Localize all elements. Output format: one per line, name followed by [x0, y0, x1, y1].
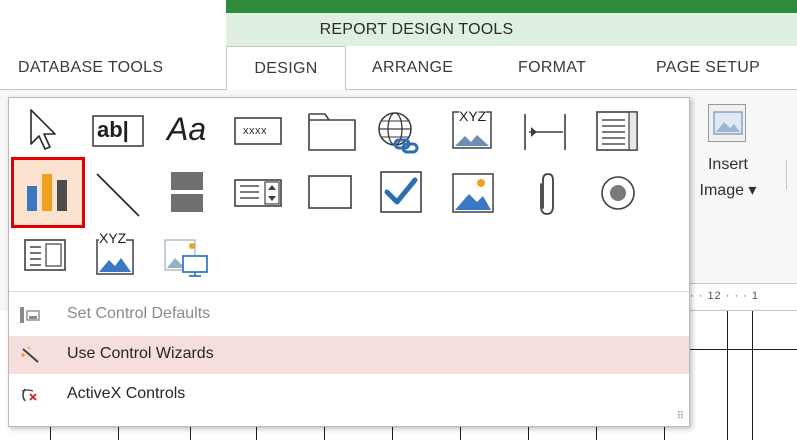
ribbon-tab-row: DATABASE TOOLS DESIGN ARRANGE FORMAT PAG…: [0, 46, 797, 91]
arrow-pointer-icon: [30, 109, 56, 150]
option-group-icon: [596, 111, 638, 151]
combo-box-icon: [234, 179, 282, 207]
rectangle-control[interactable]: [297, 164, 359, 222]
wand-icon: [21, 346, 39, 363]
resize-grip[interactable]: ⠿: [677, 411, 684, 422]
combo-box-control[interactable]: [225, 164, 287, 222]
insert-image-icon: [708, 104, 746, 142]
option-button-control[interactable]: [585, 164, 647, 222]
text-box-control[interactable]: ab|: [85, 102, 147, 160]
attachment-control[interactable]: [513, 164, 575, 222]
check-box-control[interactable]: [369, 164, 431, 222]
select-pointer-control[interactable]: [19, 102, 81, 160]
page-break-control[interactable]: [155, 164, 217, 222]
label-icon: Aa: [167, 111, 207, 147]
tab-control-icon: [308, 113, 356, 151]
insert-image-button[interactable]: Insert Image ▾: [686, 100, 786, 210]
unbound-object-frame-control[interactable]: [155, 228, 217, 286]
rectangle-icon: [308, 175, 352, 209]
hyperlink-control[interactable]: [369, 102, 431, 160]
contextual-tab-title: REPORT DESIGN TOOLS: [319, 21, 514, 38]
image-icon: [452, 173, 494, 213]
line-control[interactable]: [85, 164, 147, 222]
contextual-color-stripe: [226, 0, 797, 13]
label-control[interactable]: Aa: [155, 102, 217, 160]
list-box-icon: [24, 239, 66, 271]
option-group-control[interactable]: [585, 102, 647, 160]
button-glyph: xxxx: [243, 125, 267, 137]
set-control-defaults-item[interactable]: Set Control Defaults: [9, 296, 689, 334]
web-browser-control[interactable]: XYZ: [441, 102, 503, 160]
globe-link-icon: [378, 112, 419, 154]
navigation-icon: [524, 114, 566, 150]
insert-image-dropdown-label: Image ▾: [699, 182, 757, 199]
set-control-defaults-label: Set Control Defaults: [67, 305, 211, 322]
tab-control-control[interactable]: [297, 102, 359, 160]
menu-divider: [9, 291, 689, 292]
tab-page-setup[interactable]: PAGE SETUP: [656, 46, 760, 90]
insert-image-label: Insert: [707, 156, 748, 173]
activex-controls-label: ActiveX Controls: [67, 385, 186, 402]
tab-format[interactable]: FORMAT: [518, 46, 586, 90]
image-control[interactable]: [441, 164, 503, 222]
navigation-control[interactable]: [513, 102, 575, 160]
tab-design[interactable]: DESIGN: [226, 46, 346, 91]
chart-icon: [27, 174, 67, 211]
bound-frame-glyph: XYZ: [99, 230, 127, 246]
unbound-frame-icon: [164, 239, 208, 277]
tab-arrange[interactable]: ARRANGE: [372, 46, 453, 90]
chart-control-selected[interactable]: [11, 157, 85, 228]
ribbon-separator: [786, 160, 787, 190]
button-control[interactable]: xxxx: [225, 102, 287, 160]
activex-controls-item[interactable]: ActiveX Controls: [9, 376, 689, 414]
list-box-control[interactable]: [19, 228, 81, 286]
use-control-wizards-label: Use Control Wizards: [67, 345, 214, 362]
line-icon: [96, 173, 140, 217]
check-box-icon: [380, 171, 422, 213]
horizontal-ruler: · · 12 · · · 1: [686, 283, 797, 311]
text-box-glyph: ab|: [97, 117, 129, 142]
page-break-icon: [171, 172, 203, 212]
tab-database-tools[interactable]: DATABASE TOOLS: [18, 46, 163, 90]
ruler-ticks: · · 12 · · · 1: [690, 290, 760, 302]
paperclip-icon: [540, 173, 554, 215]
use-control-wizards-item[interactable]: Use Control Wizards: [9, 336, 689, 374]
radio-icon: [601, 176, 635, 210]
bound-object-frame-control[interactable]: XYZ: [85, 228, 147, 286]
web-browser-glyph: XYZ: [459, 108, 487, 124]
control-defaults-icon: [20, 307, 40, 323]
activex-icon: [21, 388, 37, 402]
controls-gallery-dropdown: ab| Aa xxxx XYZ XYZ Set Control Defaults…: [8, 97, 690, 427]
